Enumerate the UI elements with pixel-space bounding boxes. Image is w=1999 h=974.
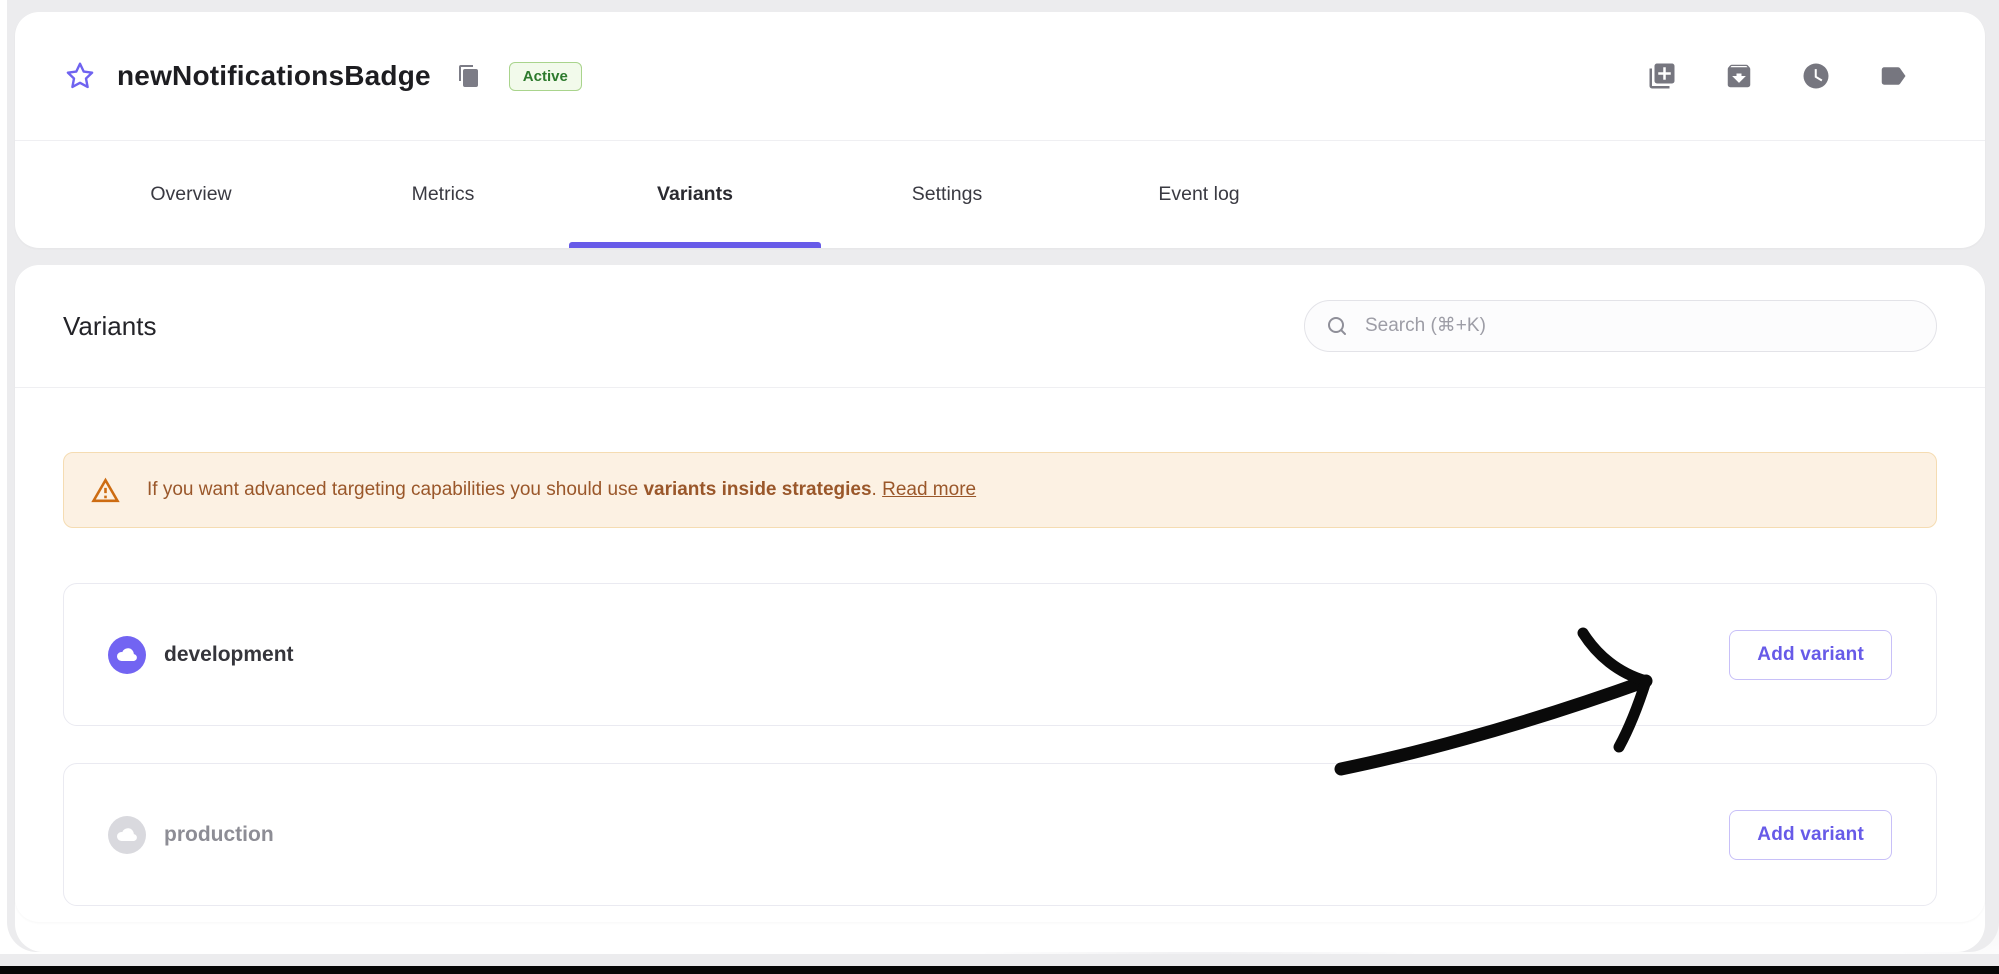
favorite-star-icon[interactable] [63,59,97,93]
copy-name-icon[interactable] [457,63,483,89]
environment-name: production [164,823,274,847]
tag-label-icon[interactable] [1877,60,1909,92]
warning-alert: If you want advanced targeting capabilit… [63,452,1937,528]
feature-title-row: newNotificationsBadge Active [15,12,1985,140]
search-icon [1325,314,1349,338]
tab-variants[interactable]: Variants [569,141,821,248]
warning-text: If you want advanced targeting capabilit… [147,479,976,501]
archive-icon[interactable] [1723,60,1755,92]
tab-metrics[interactable]: Metrics [317,141,569,248]
environment-row-production: production Add variant [63,763,1937,906]
add-variant-button-development[interactable]: Add variant [1729,630,1892,680]
warning-text-bold: variants inside strategies [643,479,871,500]
warning-icon [90,475,121,506]
warning-text-plain: If you want advanced targeting capabilit… [147,479,643,500]
feature-title: newNotificationsBadge [117,60,431,92]
window-bottom-edge [0,954,1999,966]
feature-tabs: Overview Metrics Variants Settings Event… [65,141,1985,248]
variants-header-row: Variants [15,265,1985,387]
environment-row-development: development Add variant [63,583,1937,726]
variants-card: Variants If you want advanced targeting … [15,265,1985,922]
tab-settings[interactable]: Settings [821,141,1073,248]
image-bottom-border [0,966,1999,974]
variants-body: If you want advanced targeting capabilit… [15,388,1985,906]
copy-feature-plus-icon[interactable] [1646,60,1678,92]
status-badge: Active [509,62,582,91]
history-clock-icon[interactable] [1800,60,1832,92]
search-input[interactable] [1363,314,1928,338]
variants-section-title: Variants [63,311,156,342]
cloud-environment-icon [108,636,146,674]
warning-text-period: . [872,479,883,500]
header-action-icons [1646,60,1909,92]
tab-event-log[interactable]: Event log [1073,141,1325,248]
tab-overview[interactable]: Overview [65,141,317,248]
feature-header-card: newNotificationsBadge Active [15,12,1985,248]
add-variant-button-production[interactable]: Add variant [1729,810,1892,860]
read-more-link[interactable]: Read more [882,479,976,500]
search-box[interactable] [1304,300,1937,352]
environment-name: development [164,643,294,667]
cloud-environment-icon-disabled [108,816,146,854]
